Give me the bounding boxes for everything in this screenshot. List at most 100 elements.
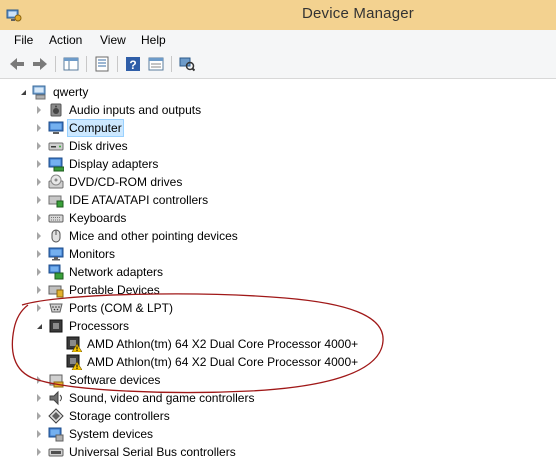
collapsed-arrow[interactable] — [34, 227, 44, 245]
tree-category-processors[interactable]: Processors — [34, 317, 131, 335]
forward-icon[interactable] — [31, 55, 49, 73]
tree-category[interactable]: Universal Serial Bus controllers — [34, 443, 238, 461]
category-label: DVD/CD-ROM drives — [69, 175, 183, 189]
menu-file[interactable]: File — [14, 33, 33, 47]
tree-category[interactable]: Mice and other pointing devices — [34, 227, 240, 245]
software-device-icon — [49, 374, 64, 388]
category-label: Software devices — [69, 373, 161, 387]
toolbar-separator — [86, 56, 87, 72]
port-icon — [49, 303, 63, 313]
category-label: Network adapters — [69, 265, 164, 279]
tree-category[interactable]: Sound, video and game controllers — [34, 389, 256, 407]
collapsed-arrow[interactable] — [34, 389, 44, 407]
ide-controller-icon — [48, 195, 64, 208]
collapsed-arrow[interactable] — [34, 119, 44, 137]
display-adapter-icon — [48, 157, 64, 172]
tree-category[interactable]: Audio inputs and outputs — [34, 101, 203, 119]
category-label: Sound, video and game controllers — [69, 391, 255, 405]
category-label: Processors — [69, 319, 130, 333]
portable-device-icon — [48, 285, 64, 298]
processor-icon — [49, 319, 63, 333]
menu-view[interactable]: View — [100, 33, 126, 47]
computer-root-icon — [32, 85, 46, 100]
category-label: Mice and other pointing devices — [69, 229, 238, 243]
tree-category[interactable]: DVD/CD-ROM drives — [34, 173, 184, 191]
tree-category[interactable]: Network adapters — [34, 263, 165, 281]
disk-drive-icon — [48, 142, 64, 151]
tree-category[interactable]: Monitors — [34, 245, 117, 263]
tree-category[interactable]: IDE ATA/ATAPI controllers — [34, 191, 210, 209]
back-icon[interactable] — [8, 55, 26, 73]
device-label: AMD Athlon(tm) 64 X2 Dual Core Processor… — [87, 337, 359, 351]
tree-device-processor[interactable]: AMD Athlon(tm) 64 X2 Dual Core Processor… — [52, 353, 360, 371]
show-hide-tree-icon[interactable] — [62, 55, 80, 73]
scan-hardware-icon[interactable] — [178, 55, 196, 73]
collapsed-arrow[interactable] — [34, 155, 44, 173]
tree-category[interactable]: System devices — [34, 425, 155, 443]
speaker-icon — [50, 103, 62, 117]
usb-controller-icon — [48, 448, 64, 457]
tree-root[interactable]: qwerty — [18, 83, 90, 101]
computer-icon — [48, 121, 64, 134]
tree-category[interactable]: Ports (COM & LPT) — [34, 299, 175, 317]
collapsed-arrow[interactable] — [34, 407, 44, 425]
category-label: IDE ATA/ATAPI controllers — [69, 193, 209, 207]
collapsed-arrow[interactable] — [34, 281, 44, 299]
title-bar: Device Manager — [0, 0, 556, 30]
collapsed-arrow[interactable] — [34, 245, 44, 263]
category-label: Audio inputs and outputs — [69, 103, 202, 117]
category-label: Monitors — [69, 247, 116, 261]
processor-warning-icon — [66, 336, 83, 353]
system-device-icon — [48, 427, 64, 442]
collapsed-arrow[interactable] — [34, 191, 44, 209]
tree-category[interactable]: Storage controllers — [34, 407, 172, 425]
svg-text:?: ? — [129, 58, 136, 72]
device-label: AMD Athlon(tm) 64 X2 Dual Core Processor… — [87, 355, 359, 369]
tree-category[interactable]: Portable Devices — [34, 281, 162, 299]
tree-category[interactable]: Display adapters — [34, 155, 160, 173]
category-label: Storage controllers — [69, 409, 170, 423]
collapsed-arrow[interactable] — [34, 299, 44, 317]
expand-arrow[interactable] — [18, 83, 28, 101]
window-title: Device Manager — [301, 5, 415, 22]
collapsed-arrow[interactable] — [34, 263, 44, 281]
device-tree: qwerty Audio inputs and outputs Computer… — [0, 79, 556, 465]
menu-action[interactable]: Action — [49, 33, 82, 47]
category-label: Ports (COM & LPT) — [69, 301, 174, 315]
toolbar-separator — [171, 56, 172, 72]
toolbar-separator — [117, 56, 118, 72]
expand-arrow[interactable] — [34, 317, 44, 335]
tree-category-selected[interactable]: Computer — [34, 119, 124, 137]
keyboard-icon — [48, 214, 64, 223]
tree-device-processor[interactable]: AMD Athlon(tm) 64 X2 Dual Core Processor… — [52, 335, 360, 353]
category-label: Keyboards — [69, 211, 127, 225]
collapsed-arrow[interactable] — [34, 443, 44, 461]
tree-category[interactable]: Disk drives — [34, 137, 130, 155]
menu-help[interactable]: Help — [141, 33, 166, 47]
category-label: Disk drives — [69, 139, 128, 153]
processor-warning-icon — [66, 354, 83, 371]
help-icon[interactable]: ? — [124, 55, 142, 73]
category-label: Computer — [67, 119, 124, 137]
tree-category[interactable]: Software devices — [34, 371, 162, 389]
toolbar-separator — [55, 56, 56, 72]
collapsed-arrow[interactable] — [34, 137, 44, 155]
collapsed-arrow[interactable] — [34, 173, 44, 191]
sound-controller-icon — [49, 390, 62, 406]
dvd-drive-icon — [48, 174, 64, 189]
category-label: Portable Devices — [69, 283, 160, 297]
menu-bar: File Action View Help — [0, 30, 556, 50]
category-label: Display adapters — [69, 157, 159, 171]
network-adapter-icon — [48, 264, 64, 280]
tree-root-label: qwerty — [53, 85, 89, 99]
properties-icon[interactable] — [93, 55, 111, 73]
toolbar: ? — [0, 50, 556, 79]
monitor-icon — [48, 247, 64, 261]
storage-controller-icon — [48, 408, 64, 424]
tree-category[interactable]: Keyboards — [34, 209, 128, 227]
collapsed-arrow[interactable] — [34, 209, 44, 227]
collapsed-arrow[interactable] — [34, 425, 44, 443]
collapsed-arrow[interactable] — [34, 101, 44, 119]
view-icon[interactable] — [147, 55, 165, 73]
collapsed-arrow[interactable] — [34, 371, 44, 389]
